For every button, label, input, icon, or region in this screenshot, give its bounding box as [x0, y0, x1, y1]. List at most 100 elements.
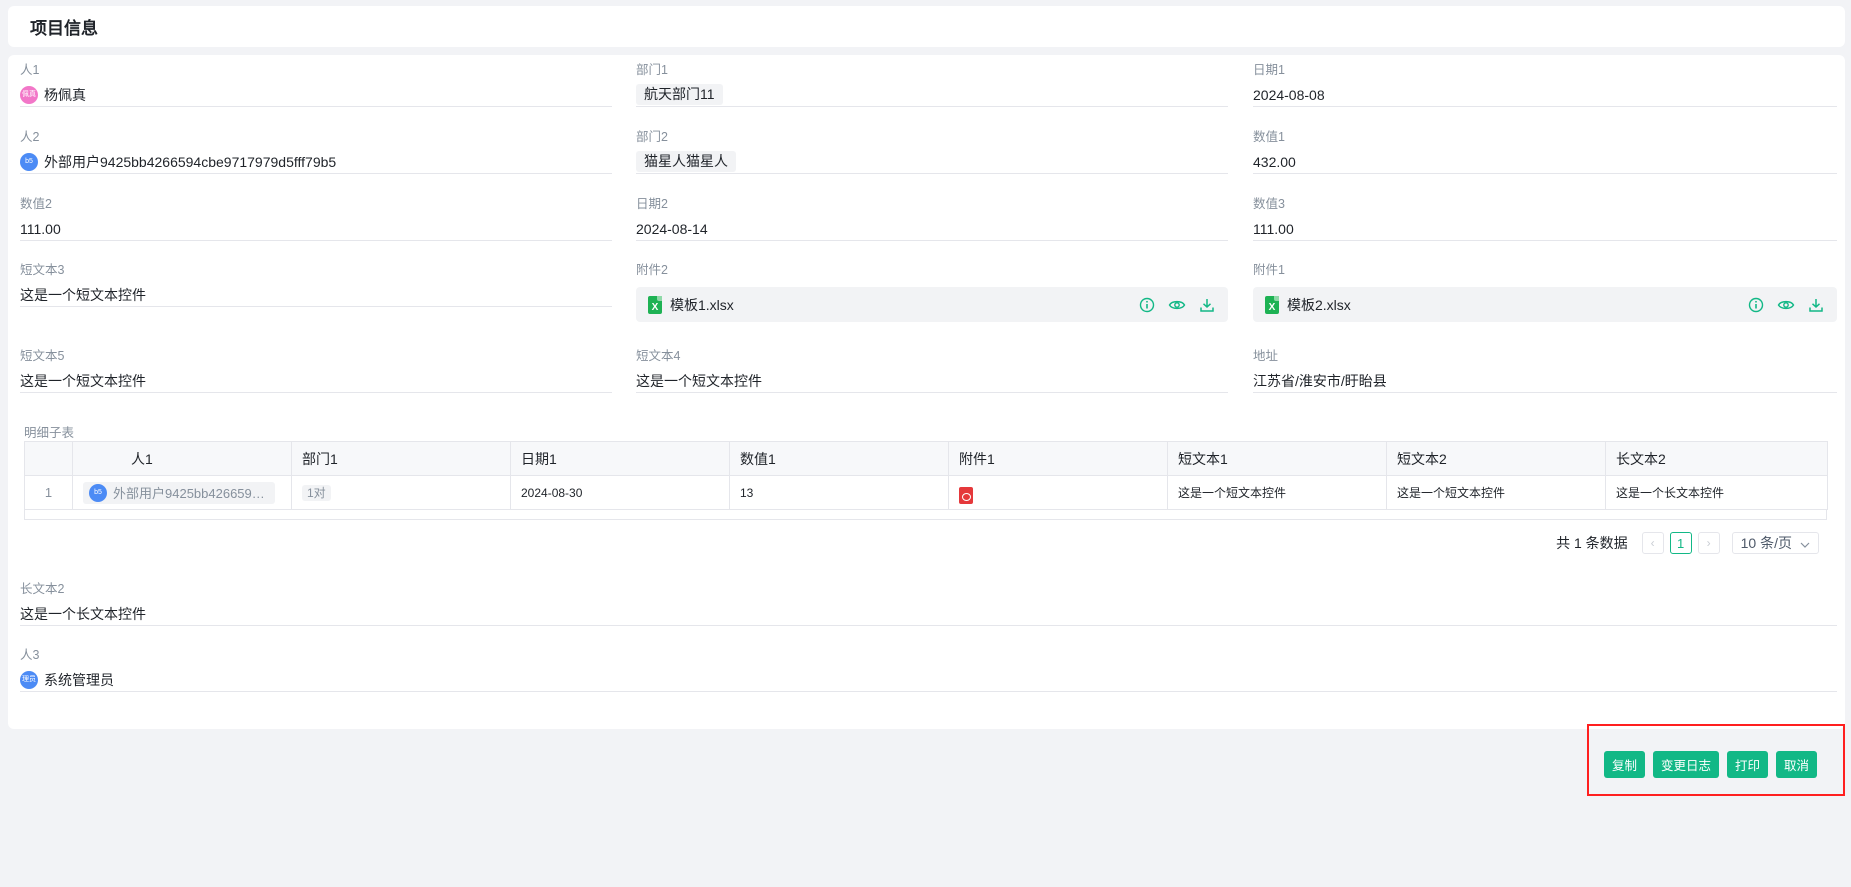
cell-date: 2024-08-30: [510, 475, 730, 510]
copy-button[interactable]: 复制: [1603, 751, 1645, 778]
field-label: 部门2: [636, 130, 668, 144]
print-button[interactable]: 打印: [1726, 751, 1768, 778]
field-label: 地址: [1253, 349, 1279, 363]
next-page-button[interactable]: ›: [1697, 532, 1720, 554]
field-value: 佩真 杨佩真: [20, 83, 612, 107]
field-label: 日期2: [636, 197, 668, 211]
pagination: 共 1 条数据 ‹ 1 › 10 条/页: [1556, 532, 1819, 554]
field-label: 短文本4: [636, 349, 681, 363]
changelog-button[interactable]: 变更日志: [1652, 751, 1719, 778]
column-header: 人1: [72, 441, 292, 476]
attachment-item: X 模板1.xlsx: [636, 287, 1228, 322]
excel-file-icon: X: [1265, 295, 1279, 314]
preview-eye-icon[interactable]: [1168, 296, 1186, 314]
field-num2: 数值2 111.00: [20, 195, 612, 241]
field-value: 这是一个短文本控件: [636, 369, 1228, 393]
page-size-select[interactable]: 10 条/页: [1731, 532, 1819, 554]
user-name: 外部用户9425bb4266594cbe9717979d5fff79b5: [113, 486, 269, 501]
user-name: 杨佩真: [44, 86, 86, 103]
chevron-down-icon: [1800, 535, 1810, 551]
detail-subtable: 人1 部门1 日期1 数值1 附件1 短文本1 短文本2 长文本2 1 b5 外…: [24, 441, 1828, 510]
field-label: 长文本2: [20, 582, 65, 596]
column-header: 数值1: [729, 441, 949, 476]
excel-file-icon: X: [648, 295, 662, 314]
table-footer-spacer: [24, 510, 1827, 520]
preview-eye-icon[interactable]: [1777, 296, 1795, 314]
table-row: 1 b5 外部用户9425bb4266594cbe9717979d5fff79b…: [24, 475, 1828, 510]
cell-attachment: [948, 475, 1168, 510]
field-num1: 数值1 432.00: [1253, 128, 1837, 174]
total-count: 共 1 条数据: [1556, 535, 1628, 551]
field-value: 这是一个短文本控件: [20, 283, 612, 307]
field-long2: 长文本2 这是一个长文本控件: [20, 580, 1837, 626]
cancel-button[interactable]: 取消: [1775, 751, 1817, 778]
field-person3: 人3 理员 系统管理员: [20, 646, 1837, 692]
user-name: 系统管理员: [44, 671, 114, 688]
pdf-file-icon[interactable]: [959, 487, 973, 504]
page-size-value: 10 条/页: [1740, 535, 1792, 551]
user-name: 外部用户9425bb4266594cbe9717979d5fff79b5: [44, 153, 337, 170]
field-value: 理员 系统管理员: [20, 668, 1837, 692]
attachment-name[interactable]: 模板2.xlsx: [1287, 295, 1351, 315]
info-icon[interactable]: [1747, 296, 1765, 314]
field-value: 这是一个短文本控件: [20, 369, 612, 393]
cell-number: 13: [729, 475, 949, 510]
field-dept1: 部门1 航天部门11: [636, 61, 1228, 107]
field-label: 人1: [20, 63, 40, 77]
field-label: 数值1: [1253, 130, 1285, 144]
column-header: 短文本1: [1167, 441, 1387, 476]
page-title: 项目信息: [30, 19, 98, 38]
field-person1: 人1 佩真 杨佩真: [20, 61, 612, 107]
cell-short1: 这是一个短文本控件: [1167, 475, 1387, 510]
field-dept2: 部门2 猫星人猫星人: [636, 128, 1228, 174]
field-label: 日期1: [1253, 63, 1285, 77]
field-date2: 日期2 2024-08-14: [636, 195, 1228, 241]
page-button-current[interactable]: 1: [1669, 532, 1692, 554]
cell-short2: 这是一个短文本控件: [1386, 475, 1606, 510]
table-header-row: 人1 部门1 日期1 数值1 附件1 短文本1 短文本2 长文本2: [24, 441, 1828, 476]
action-bar: 复制 变更日志 打印 取消: [1603, 751, 1817, 778]
avatar: b5: [89, 483, 107, 502]
field-value: 111.00: [20, 217, 612, 241]
field-value: 432.00: [1253, 150, 1837, 174]
column-header: 部门1: [291, 441, 511, 476]
row-index: 1: [24, 475, 73, 510]
info-icon[interactable]: [1138, 296, 1156, 314]
field-attach1: 附件1 X 模板2.xlsx: [1253, 261, 1837, 322]
column-header: 长文本2: [1605, 441, 1828, 476]
cell-dept: 1对: [291, 475, 511, 510]
download-icon[interactable]: [1198, 296, 1216, 314]
field-short5: 短文本5 这是一个短文本控件: [20, 347, 612, 393]
field-label: 附件1: [1253, 263, 1285, 277]
field-label: 数值2: [20, 197, 52, 211]
download-icon[interactable]: [1807, 296, 1825, 314]
column-header: 短文本2: [1386, 441, 1606, 476]
prev-page-button[interactable]: ‹: [1641, 532, 1664, 554]
subtable-label: 明细子表: [24, 426, 75, 440]
avatar: 佩真: [20, 85, 38, 104]
field-label: 人2: [20, 130, 40, 144]
field-value: 航天部门11: [636, 83, 1228, 107]
field-num3: 数值3 111.00: [1253, 195, 1837, 241]
form-card: 人1 佩真 杨佩真 部门1 航天部门11 日期1 2024-08-08 人2 b…: [8, 55, 1845, 729]
field-short3: 短文本3 这是一个短文本控件: [20, 261, 612, 307]
field-value: 江苏省/淮安市/盱眙县: [1253, 369, 1837, 393]
field-attach2: 附件2 X 模板1.xlsx: [636, 261, 1228, 322]
column-header: 附件1: [948, 441, 1168, 476]
field-value: 2024-08-14: [636, 217, 1228, 241]
dept-tag: 1对: [302, 485, 331, 501]
field-value: 这是一个长文本控件: [20, 602, 1837, 626]
field-label: 附件2: [636, 263, 668, 277]
field-label: 人3: [20, 648, 40, 662]
field-value: 2024-08-08: [1253, 83, 1837, 107]
field-value: b5 外部用户9425bb4266594cbe9717979d5fff79b5: [20, 150, 612, 174]
field-label: 数值3: [1253, 197, 1285, 211]
dept-tag: 猫星人猫星人: [636, 151, 736, 172]
column-header: 日期1: [510, 441, 730, 476]
field-label: 短文本3: [20, 263, 65, 277]
attachment-item: X 模板2.xlsx: [1253, 287, 1837, 322]
attachment-name[interactable]: 模板1.xlsx: [670, 295, 734, 315]
field-date1: 日期1 2024-08-08: [1253, 61, 1837, 107]
field-label: 短文本5: [20, 349, 65, 363]
dept-tag: 航天部门11: [636, 84, 723, 105]
